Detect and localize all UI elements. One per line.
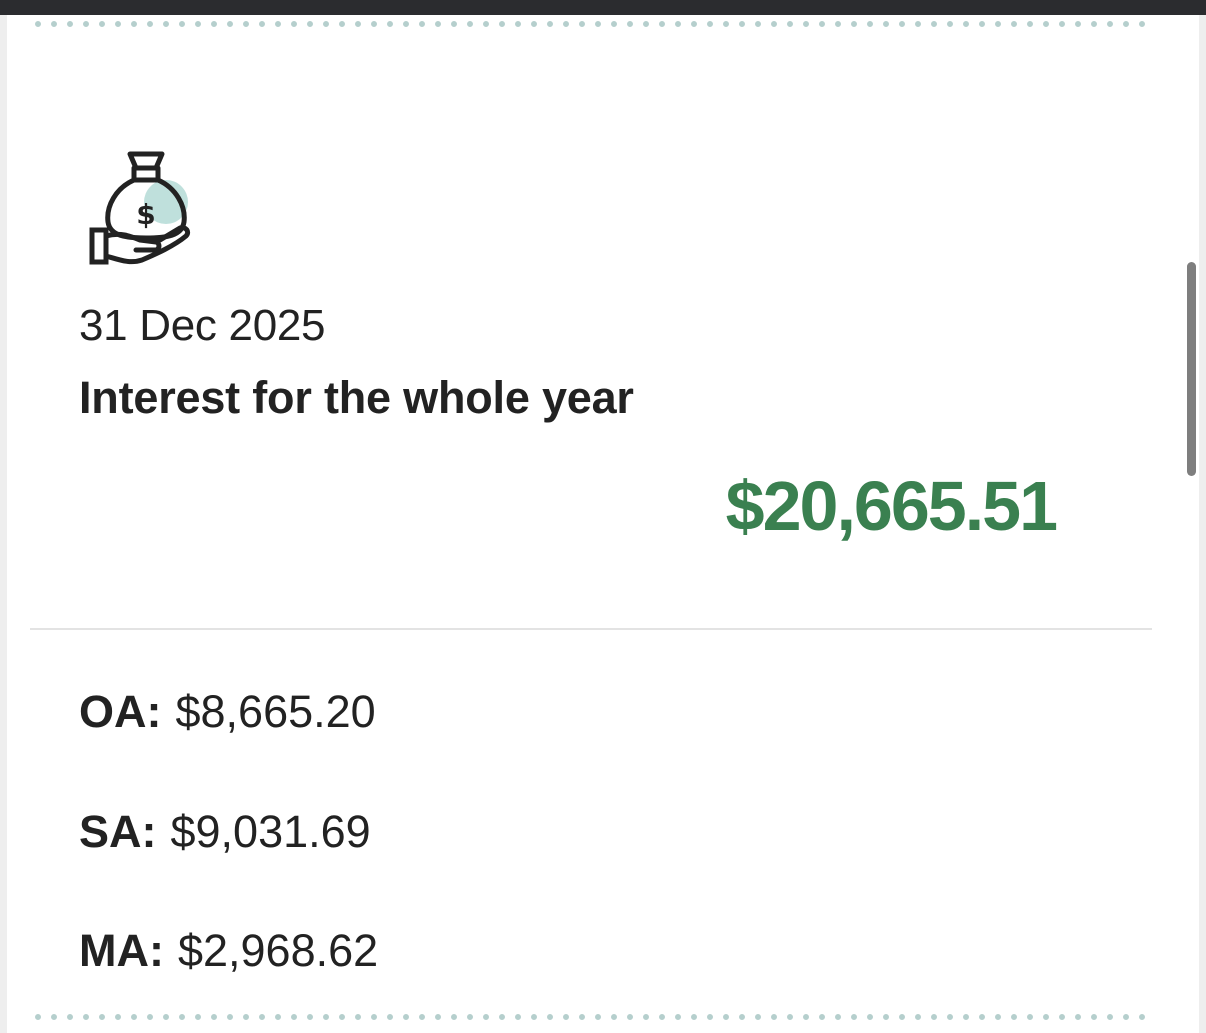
account-row-sa: SA: $9,031.69 xyxy=(79,806,371,858)
dotted-separator-bottom xyxy=(30,1014,1152,1020)
account-label: MA: xyxy=(79,925,164,976)
browser-top-bar xyxy=(0,0,1206,15)
account-label: OA: xyxy=(79,686,162,737)
money-bag-hand-icon: $ xyxy=(86,150,192,268)
account-value: $2,968.62 xyxy=(177,925,379,976)
dotted-separator-top xyxy=(30,21,1152,27)
interest-total-amount: $20,665.51 xyxy=(725,467,1058,545)
section-divider xyxy=(30,628,1152,630)
scrollbar-thumb[interactable] xyxy=(1187,262,1196,476)
interest-title: Interest for the whole year xyxy=(79,372,634,423)
account-value: $8,665.20 xyxy=(175,686,376,737)
right-page-gutter xyxy=(1199,15,1206,1033)
account-label: SA: xyxy=(79,806,157,857)
left-page-gutter xyxy=(0,15,7,1033)
svg-text:$: $ xyxy=(136,198,155,231)
account-value: $9,031.69 xyxy=(170,806,371,857)
interest-date: 31 Dec 2025 xyxy=(79,301,326,350)
account-row-ma: MA: $2,968.62 xyxy=(79,925,378,977)
account-row-oa: OA: $8,665.20 xyxy=(79,686,376,738)
